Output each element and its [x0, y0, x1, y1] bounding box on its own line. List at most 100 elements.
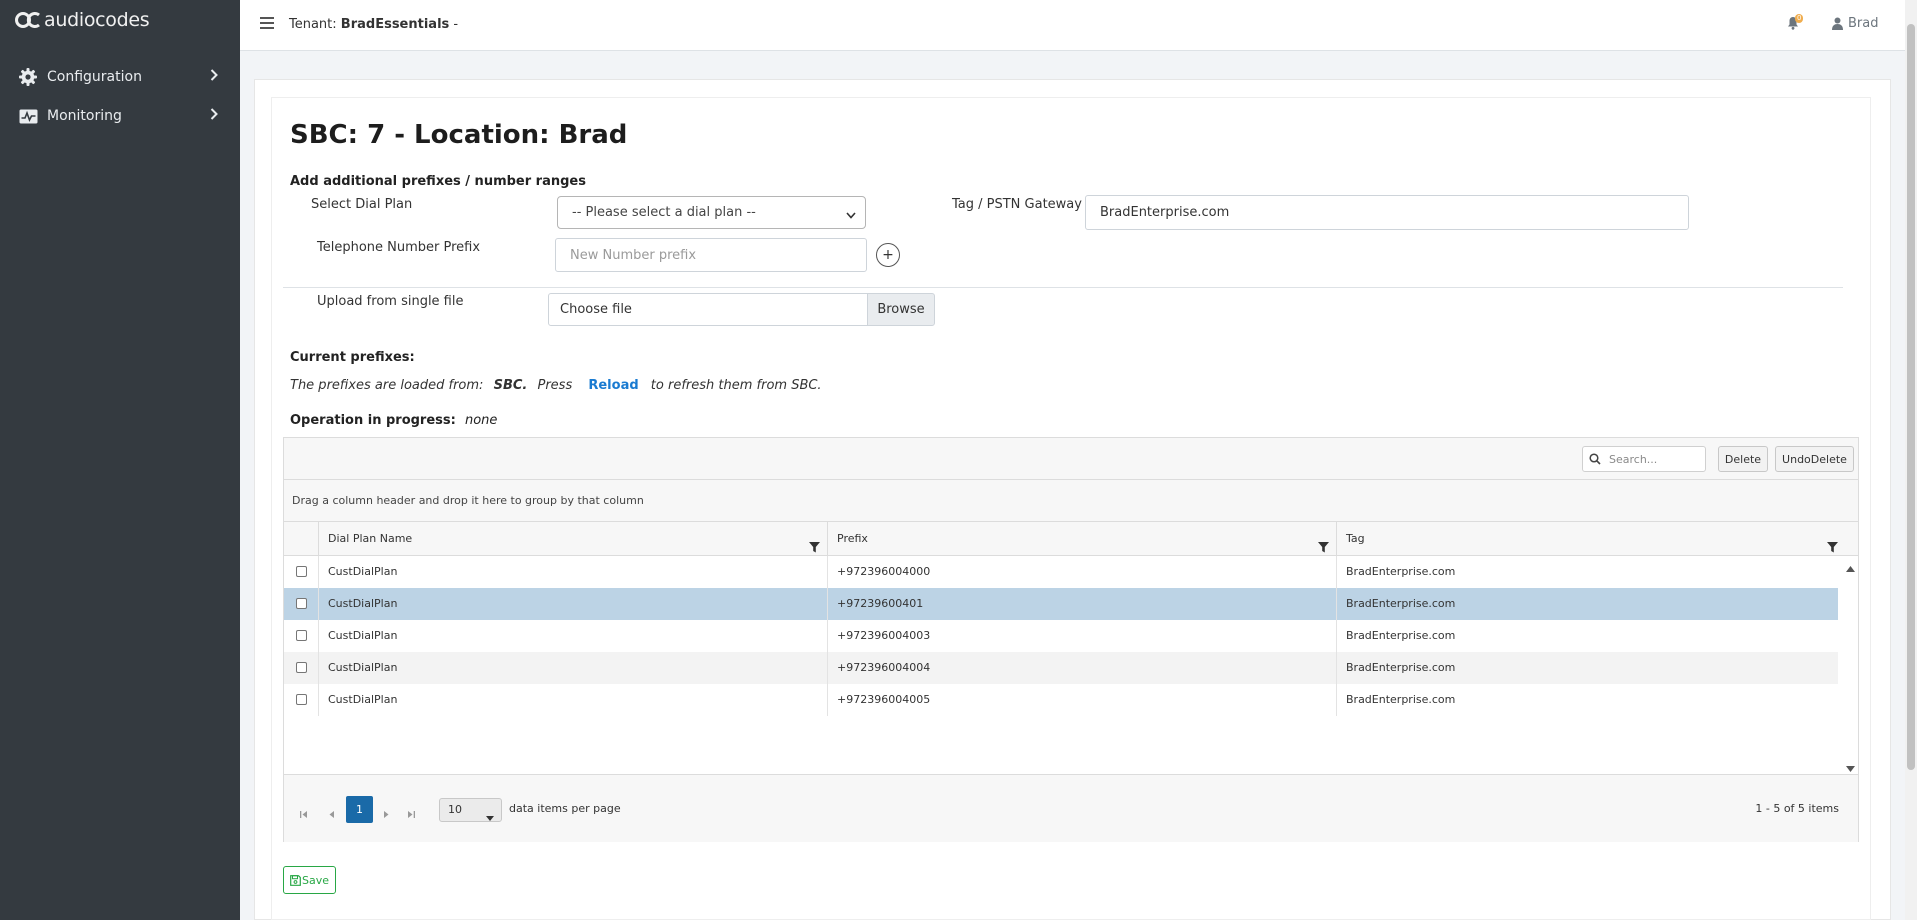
sidebar-item-label: Monitoring	[47, 108, 122, 124]
file-input[interactable]: Choose file	[548, 293, 868, 326]
browse-button[interactable]: Browse	[867, 293, 935, 326]
table-row[interactable]: CustDialPlan +972396004003 BradEnterpris…	[284, 620, 1838, 652]
search-placeholder: Search...	[1609, 452, 1658, 466]
audiocodes-logo-icon	[15, 11, 41, 29]
reload-link[interactable]: Reload	[588, 378, 638, 393]
audiocodes-logo[interactable]: audiocodes	[15, 8, 150, 32]
cell-dial-plan: CustDialPlan	[318, 684, 827, 716]
current-prefixes-title: Current prefixes:	[290, 350, 415, 365]
operation-status: Operation in progress: none	[290, 413, 497, 428]
undo-delete-button[interactable]: UndoDelete	[1775, 446, 1854, 472]
group-drop-area[interactable]: Drag a column header and drop it here to…	[284, 480, 1858, 522]
column-header-label: Dial Plan Name	[328, 532, 413, 545]
save-label: Save	[301, 873, 329, 887]
page-scrollbar[interactable]	[1905, 0, 1917, 920]
save-button[interactable]: Save	[283, 866, 336, 894]
row-checkbox[interactable]	[296, 598, 307, 609]
cell-dial-plan: CustDialPlan	[318, 620, 827, 652]
cell-prefix: +97239600401	[827, 588, 1336, 620]
next-page-icon[interactable]	[383, 806, 389, 822]
previous-page-icon[interactable]	[329, 806, 335, 822]
user-name: Brad	[1848, 16, 1879, 31]
sidebar-item-configuration[interactable]: Configuration	[0, 59, 240, 95]
cell-tag: BradEnterprise.com	[1336, 684, 1838, 716]
page-size-label: data items per page	[509, 802, 621, 815]
cell-dial-plan: CustDialPlan	[318, 588, 827, 620]
column-header-label: Prefix	[837, 532, 868, 545]
top-bar: Tenant: BradEssentials - 0 Brad	[240, 0, 1905, 51]
page-scrollbar-thumb[interactable]	[1907, 24, 1915, 770]
dial-plan-select-value: -- Please select a dial plan --	[572, 205, 756, 220]
grid-header: Dial Plan Name Prefix Tag	[284, 522, 1858, 556]
row-checkbox[interactable]	[296, 630, 307, 641]
cell-dial-plan: CustDialPlan	[318, 652, 827, 684]
cell-prefix: +972396004004	[827, 652, 1336, 684]
tag-label: Tag / PSTN Gateway	[952, 197, 1082, 212]
monitor-chart-icon	[18, 106, 38, 126]
loaded-text: The prefixes are loaded from:	[290, 378, 484, 393]
page-size-value: 10	[448, 803, 462, 816]
tenant-indicator: Tenant: BradEssentials -	[289, 17, 458, 32]
table-row[interactable]: CustDialPlan +972396004005 BradEnterpris…	[284, 684, 1838, 716]
loaded-source: SBC.	[493, 378, 528, 393]
column-header-prefix[interactable]: Prefix	[827, 522, 1336, 556]
loaded-suffix: to refresh them from SBC.	[650, 378, 822, 393]
cell-dial-plan: CustDialPlan	[318, 556, 827, 588]
tag-input[interactable]: BradEnterprise.com	[1085, 195, 1689, 230]
row-checkbox[interactable]	[296, 662, 307, 673]
chevron-down-icon	[846, 208, 856, 223]
grid-search-input[interactable]: Search...	[1582, 446, 1706, 472]
user-icon	[1832, 17, 1843, 30]
cell-prefix: +972396004003	[827, 620, 1336, 652]
cell-tag: BradEnterprise.com	[1336, 652, 1838, 684]
tenant-label: Tenant:	[289, 17, 337, 32]
cell-tag: BradEnterprise.com	[1336, 588, 1838, 620]
save-icon	[290, 874, 301, 886]
sidebar-item-monitoring[interactable]: Monitoring	[0, 98, 240, 134]
hamburger-menu-icon[interactable]	[260, 17, 274, 31]
tenant-suffix: -	[453, 17, 459, 32]
user-menu[interactable]: Brad	[1832, 16, 1878, 31]
cell-prefix: +972396004005	[827, 684, 1336, 716]
loaded-press: Press	[537, 378, 573, 393]
prefix-label: Telephone Number Prefix	[317, 240, 481, 255]
search-icon	[1589, 453, 1601, 465]
scroll-up-icon[interactable]	[1846, 560, 1855, 576]
row-checkbox[interactable]	[296, 566, 307, 577]
first-page-icon[interactable]	[300, 806, 308, 822]
grid-pager: 1 10 data items per page 1 - 5 of 5 item…	[284, 774, 1858, 842]
operation-value: none	[464, 413, 498, 428]
row-checkbox[interactable]	[296, 694, 307, 705]
sidebar: audiocodes Configuration Monitoring	[0, 0, 240, 920]
sidebar-item-label: Configuration	[47, 69, 142, 85]
column-header-label: Tag	[1346, 532, 1365, 545]
prefixes-source-text: The prefixes are loaded from: SBC. Press…	[290, 378, 822, 393]
brand-name: audiocodes	[44, 9, 150, 31]
prefix-input[interactable]: New Number prefix	[555, 238, 867, 272]
page-size-select[interactable]: 10	[439, 798, 502, 822]
grid-toolbar: Search... Delete UndoDelete	[284, 438, 1858, 480]
page-number-current[interactable]: 1	[346, 796, 373, 823]
operation-label: Operation in progress:	[290, 413, 456, 428]
column-header-tag[interactable]: Tag	[1336, 522, 1845, 556]
table-row[interactable]: CustDialPlan +972396004004 BradEnterpris…	[284, 652, 1838, 684]
dial-plan-label: Select Dial Plan	[311, 197, 413, 212]
table-row[interactable]: CustDialPlan +972396004000 BradEnterpris…	[284, 556, 1838, 588]
notifications-bell-icon[interactable]: 0	[1787, 14, 1804, 34]
page-title: SBC: 7 - Location: Brad	[290, 120, 628, 150]
upload-label: Upload from single file	[317, 294, 464, 309]
divider	[283, 287, 1843, 288]
cell-tag: BradEnterprise.com	[1336, 620, 1838, 652]
delete-button[interactable]: Delete	[1718, 446, 1768, 472]
gear-icon	[18, 67, 38, 87]
dial-plan-select[interactable]: -- Please select a dial plan --	[557, 196, 866, 229]
table-row[interactable]: CustDialPlan +97239600401 BradEnterprise…	[284, 588, 1838, 620]
notification-count-badge: 0	[1795, 14, 1804, 23]
tenant-name: BradEssentials	[340, 17, 450, 32]
add-prefix-button[interactable]: +	[876, 243, 900, 267]
column-header-dial-plan[interactable]: Dial Plan Name	[318, 522, 827, 556]
last-page-icon[interactable]	[407, 806, 415, 822]
chevron-right-icon	[210, 108, 218, 124]
cell-tag: BradEnterprise.com	[1336, 556, 1838, 588]
dropdown-arrow-icon	[486, 807, 494, 829]
